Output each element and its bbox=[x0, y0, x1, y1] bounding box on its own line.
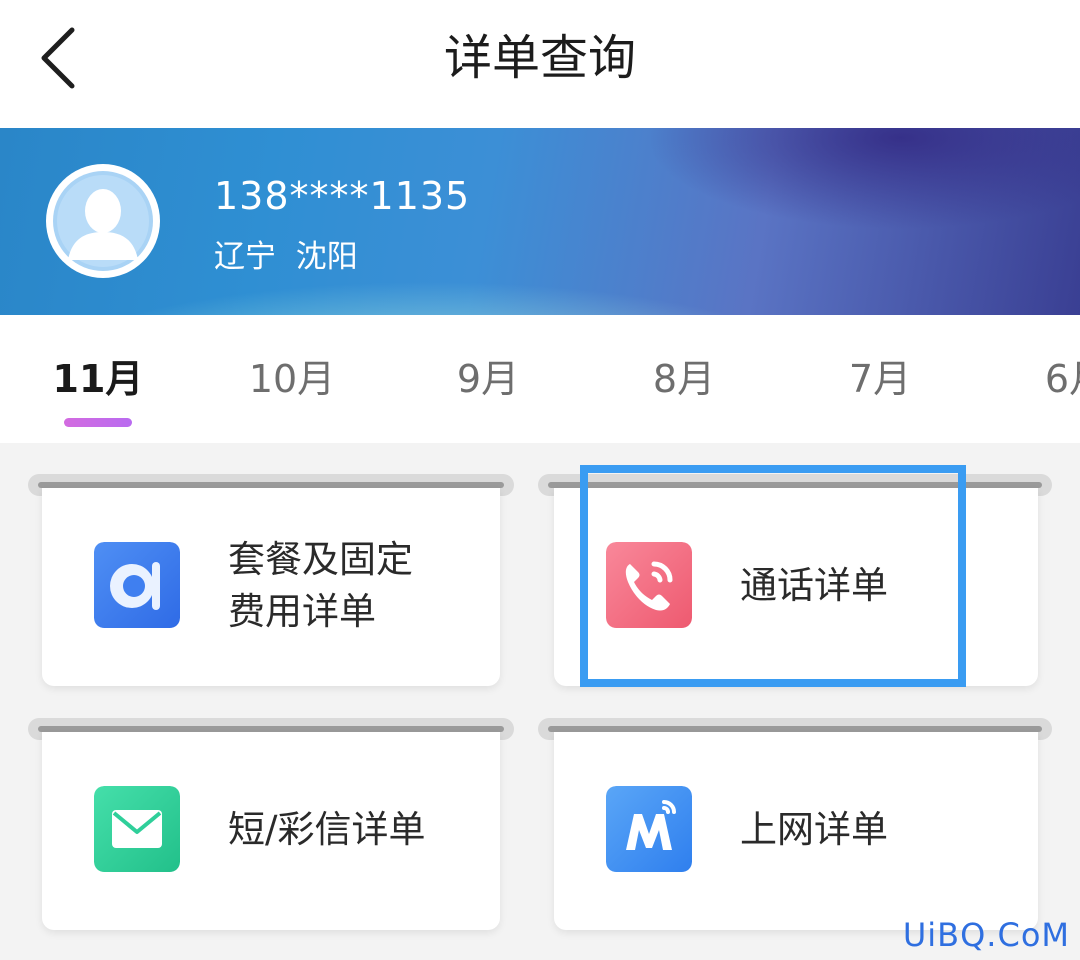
plan-fee-icon bbox=[94, 542, 180, 628]
active-tab-indicator bbox=[64, 418, 132, 427]
card-label: 短/彩信详单 bbox=[228, 808, 426, 851]
tab-month-9[interactable]: 9月 bbox=[408, 351, 568, 407]
watermark: UiBQ.CoM bbox=[902, 916, 1070, 954]
top-bar: 详单查询 bbox=[0, 0, 1080, 128]
card-label: 上网详单 bbox=[740, 808, 888, 851]
month-tabs: 11月 10月 9月 8月 7月 6月 bbox=[0, 315, 1080, 443]
user-location: 辽宁 沈阳 bbox=[214, 239, 358, 275]
card-label: 套餐及固定 bbox=[228, 538, 413, 581]
data-usage-detail-card[interactable]: 上网详单 bbox=[554, 732, 1038, 930]
tab-month-8[interactable]: 8月 bbox=[604, 351, 764, 407]
avatar bbox=[46, 164, 160, 278]
card-label: 费用详单 bbox=[228, 590, 376, 633]
mobile-data-icon bbox=[606, 786, 692, 872]
tab-month-6[interactable]: 6月 bbox=[996, 351, 1080, 407]
page-title: 详单查询 bbox=[443, 30, 636, 86]
envelope-icon bbox=[94, 786, 180, 872]
tab-month-11[interactable]: 11月 bbox=[18, 351, 178, 407]
tab-month-7[interactable]: 7月 bbox=[800, 351, 960, 407]
sms-mms-detail-card[interactable]: 短/彩信详单 bbox=[42, 732, 500, 930]
profile-banner: 138****1135 辽宁 沈阳 bbox=[0, 128, 1080, 315]
tab-month-10[interactable]: 10月 bbox=[212, 351, 372, 407]
plan-fee-detail-card[interactable]: 套餐及固定 费用详单 bbox=[42, 488, 500, 686]
highlight-box bbox=[580, 465, 966, 687]
default-user-icon bbox=[53, 171, 153, 271]
phone-number: 138****1135 bbox=[214, 174, 471, 218]
